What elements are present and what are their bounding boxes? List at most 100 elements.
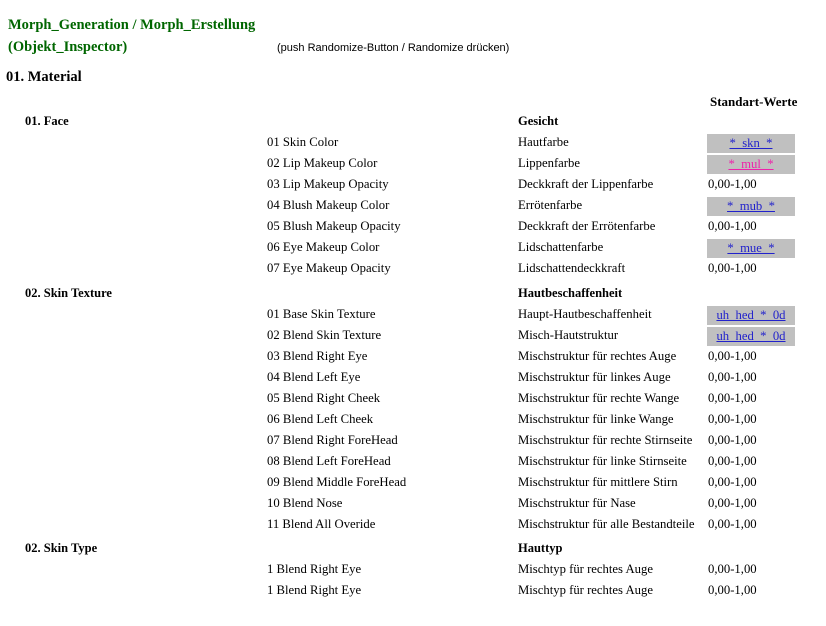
section-title-en: 01. Face xyxy=(25,114,69,128)
value-badge[interactable]: *_skn_* xyxy=(707,134,795,153)
table-row: 03 Blend Right Eye Mischstruktur für rech… xyxy=(0,349,826,370)
row-label-en: 05 Blend Right Cheek xyxy=(267,391,381,405)
section-title-de: Hautbeschaffenheit xyxy=(518,286,623,300)
default-value-range: 0,00-1,00 xyxy=(708,583,757,597)
document-title-block: Morph_Generation / Morph_Erstellung (Obj… xyxy=(8,14,255,58)
row-label-en: 08 Blend Left ForeHead xyxy=(267,454,391,468)
value-badge-label: *_mue_* xyxy=(727,241,775,255)
row-label-en: 05 Blush Makeup Opacity xyxy=(267,219,401,233)
row-label-de: Mischstruktur für linkes Auge xyxy=(518,370,671,384)
row-label-de: Deckkraft der Lippenfarbe xyxy=(518,177,654,191)
default-value-range: 0,00-1,00 xyxy=(708,517,757,531)
default-value-range: 0,00-1,00 xyxy=(708,391,757,405)
value-badge[interactable]: *_mub_* xyxy=(707,197,795,216)
table-row: 06 Blend Left Cheek Mischstruktur für lin… xyxy=(0,412,826,433)
table-row: 11 Blend All Overide Mischstruktur für al… xyxy=(0,517,826,538)
value-badge-label: uh_hed_*_0d xyxy=(716,329,786,343)
default-value-range: 0,00-1,00 xyxy=(708,219,757,233)
section-title-de: Hauttyp xyxy=(518,541,563,555)
default-value-range: 0,00-1,00 xyxy=(708,261,757,275)
row-label-en: 02 Lip Makeup Color xyxy=(267,156,378,170)
row-label-de: Mischstruktur für linke Wange xyxy=(518,412,674,426)
value-badge[interactable]: *_mul_* xyxy=(707,155,795,174)
row-label-en: 07 Eye Makeup Opacity xyxy=(267,261,391,275)
row-label-de: Deckkraft der Errötenfarbe xyxy=(518,219,656,233)
table-row: 07 Eye Makeup Opacity Lidschattendeckkraf… xyxy=(0,261,826,282)
row-label-de: Mischstruktur für linke Stirnseite xyxy=(518,454,687,468)
value-badge[interactable]: uh_hed_*_0d xyxy=(707,327,795,346)
table-row: 06 Eye Makeup Color Lidschattenfarbe *_mue… xyxy=(0,239,826,261)
column-header-default-values: Standart-Werte xyxy=(710,94,798,109)
row-label-en: 1 Blend Right Eye xyxy=(267,562,362,576)
table-row: 1 Blend Right Eye Mischtyp für rechtes Au… xyxy=(0,583,826,604)
table-row: 01 Base Skin Texture Haupt-Hautbeschaffen… xyxy=(0,306,826,328)
section-rows: 01 Skin Color Hautfarbe *_skn_* 02 Lip Make… xyxy=(0,134,826,282)
section-rows: 01 Base Skin Texture Haupt-Hautbeschaffen… xyxy=(0,306,826,538)
row-label-en: 09 Blend Middle ForeHead xyxy=(267,475,407,489)
row-label-de: Hautfarbe xyxy=(518,135,569,149)
material-heading: 01. Material xyxy=(6,69,82,85)
table-row: 04 Blend Left Eye Mischstruktur für linke… xyxy=(0,370,826,391)
default-value-range: 0,00-1,00 xyxy=(708,433,757,447)
row-label-de: Mischstruktur für alle Bestandteile xyxy=(518,517,695,531)
table-row: 07 Blend Right ForeHead Mischstruktur für… xyxy=(0,433,826,454)
row-label-de: Mischtyp für rechtes Auge xyxy=(518,562,653,576)
table-row: 10 Blend Nose Mischstruktur für Nase 0,00-… xyxy=(0,496,826,517)
table-row: 05 Blend Right Cheek Mischstruktur für re… xyxy=(0,391,826,412)
row-label-en: 06 Eye Makeup Color xyxy=(267,240,380,254)
row-label-de: Misch-Hautstruktur xyxy=(518,328,619,342)
value-badge-label: *_mul_* xyxy=(728,157,774,171)
default-value-range: 0,00-1,00 xyxy=(708,475,757,489)
row-label-de: Mischtyp für rechtes Auge xyxy=(518,583,653,597)
value-badge[interactable]: *_mue_* xyxy=(707,239,795,258)
section-title-de: Gesicht xyxy=(518,114,559,128)
default-value-range: 0,00-1,00 xyxy=(708,370,757,384)
row-label-de: Mischstruktur für Nase xyxy=(518,496,636,510)
default-value-badge-cell: *_mue_* xyxy=(707,239,795,258)
value-badge-label: *_mub_* xyxy=(727,199,775,213)
section-title-en: 02. Skin Texture xyxy=(25,286,112,300)
row-label-en: 11 Blend All Overide xyxy=(267,517,376,531)
row-label-en: 06 Blend Left Cheek xyxy=(267,412,374,426)
row-label-en: 04 Blush Makeup Color xyxy=(267,198,390,212)
section-title-en: 02. Skin Type xyxy=(25,541,98,555)
default-value-range: 0,00-1,00 xyxy=(708,349,757,363)
row-label-en: 1 Blend Right Eye xyxy=(267,583,362,597)
default-value-range: 0,00-1,00 xyxy=(708,177,757,191)
value-badge-label: uh_hed_*_0d xyxy=(716,308,786,322)
default-value-range: 0,00-1,00 xyxy=(708,412,757,426)
row-label-en: 04 Blend Left Eye xyxy=(267,370,361,384)
page-title: Morph_Generation / Morph_Erstellung xyxy=(8,17,256,33)
row-label-en: 10 Blend Nose xyxy=(267,496,343,510)
default-value-badge-cell: uh_hed_*_0d xyxy=(707,327,795,346)
row-label-de: Mischstruktur für mittlere Stirn xyxy=(518,475,678,489)
table-row: 05 Blush Makeup Opacity Deckkraft der Err… xyxy=(0,219,826,240)
table-row: 03 Lip Makeup Opacity Deckkraft der Lippe… xyxy=(0,177,826,198)
default-value-badge-cell: *_mul_* xyxy=(707,155,795,174)
row-label-de: Lidschattendeckkraft xyxy=(518,261,626,275)
row-label-de: Mischstruktur für rechte Stirnseite xyxy=(518,433,693,447)
table-row: 02 Blend Skin Texture Misch-Hautstruktur u… xyxy=(0,327,826,349)
default-value-range: 0,00-1,00 xyxy=(708,496,757,510)
row-label-en: 01 Base Skin Texture xyxy=(267,307,376,321)
default-value-badge-cell: *_mub_* xyxy=(707,197,795,216)
default-value-badge-cell: uh_hed_*_0d xyxy=(707,306,795,325)
table-row: 04 Blush Makeup Color Errötenfarbe *_mub_* xyxy=(0,197,826,219)
document-page: Morph_Generation / Morph_Erstellung (Obj… xyxy=(0,0,826,626)
table-row: 08 Blend Left ForeHead Mischstruktur für … xyxy=(0,454,826,475)
default-value-range: 0,00-1,00 xyxy=(708,454,757,468)
row-label-en: 03 Blend Right Eye xyxy=(267,349,368,363)
table-row: 1 Blend Right Eye Mischtyp für rechtes Au… xyxy=(0,562,826,583)
default-value-badge-cell: *_skn_* xyxy=(707,134,795,153)
value-badge[interactable]: uh_hed_*_0d xyxy=(707,306,795,325)
value-badge-label: *_skn_* xyxy=(729,136,773,150)
row-label-de: Errötenfarbe xyxy=(518,198,583,212)
row-label-de: Lippenfarbe xyxy=(518,156,580,170)
row-label-en: 01 Skin Color xyxy=(267,135,339,149)
section-rows: 1 Blend Right Eye Mischtyp für rechtes Au… xyxy=(0,562,826,604)
row-label-de: Lidschattenfarbe xyxy=(518,240,604,254)
row-label-de: Mischstruktur für rechte Wange xyxy=(518,391,680,405)
default-value-range: 0,00-1,00 xyxy=(708,562,757,576)
row-label-en: 07 Blend Right ForeHead xyxy=(267,433,398,447)
row-label-de: Haupt-Hautbeschaffenheit xyxy=(518,307,652,321)
